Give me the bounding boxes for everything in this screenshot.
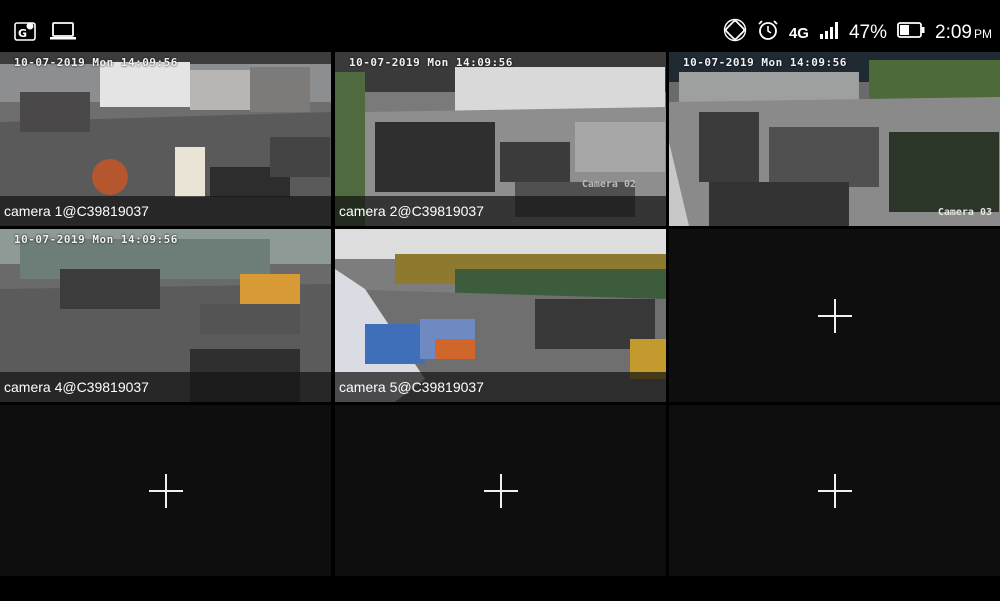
- clock: 2:09 PM: [935, 22, 992, 44]
- camera-label: camera 4@C39819037: [4, 379, 149, 395]
- gps-location-icon: G: [14, 20, 36, 46]
- laptop-icon: [50, 21, 76, 45]
- camera-tile-5[interactable]: camera 5@C39819037: [335, 229, 666, 402]
- add-camera-icon[interactable]: [817, 473, 852, 508]
- camera-grid: 10-07-2019 Mon 14:09:56 camera 1@C398190…: [0, 52, 1000, 576]
- empty-camera-slot[interactable]: [669, 229, 1000, 402]
- signal-strength-icon: [819, 21, 839, 45]
- status-bar: G 4G 47% 2:09 PM: [0, 0, 1000, 52]
- clock-ampm: PM: [974, 27, 992, 41]
- camera-timestamp: 10-07-2019 Mon 14:09:56: [683, 56, 847, 69]
- camera-feed-3: [669, 52, 1000, 226]
- add-camera-icon[interactable]: [817, 298, 852, 333]
- camera-osd-name: Camera 02: [581, 179, 636, 190]
- clock-time: 2:09: [935, 22, 972, 43]
- camera-caption-bar: camera 2@C39819037: [335, 196, 666, 226]
- add-camera-icon[interactable]: [483, 473, 518, 508]
- camera-timestamp: 10-07-2019 Mon 14:09:56: [14, 233, 178, 246]
- screen-rotate-icon: [723, 18, 747, 48]
- empty-camera-slot[interactable]: [335, 405, 666, 576]
- camera-tile-3[interactable]: 10-07-2019 Mon 14:09:56 Camera 03: [669, 52, 1000, 226]
- bottom-bar: [0, 576, 1000, 601]
- camera-label: camera 1@C39819037: [4, 203, 149, 219]
- empty-camera-slot[interactable]: [669, 405, 1000, 576]
- battery-percent: 47%: [848, 22, 888, 43]
- camera-label: camera 2@C39819037: [339, 203, 484, 219]
- camera-timestamp: 10-07-2019 Mon 14:09:56: [14, 56, 178, 69]
- camera-tile-4[interactable]: 10-07-2019 Mon 14:09:56 camera 4@C398190…: [0, 229, 331, 402]
- camera-osd-name: Camera 03: [937, 207, 992, 218]
- camera-caption-bar: camera 4@C39819037: [0, 372, 331, 402]
- camera-caption-bar: camera 5@C39819037: [335, 372, 666, 402]
- camera-tile-2[interactable]: 10-07-2019 Mon 14:09:56 Camera 02 camera…: [335, 52, 666, 226]
- empty-camera-slot[interactable]: [0, 405, 331, 576]
- network-type-label: 4G: [788, 24, 809, 42]
- alarm-clock-icon: [757, 19, 779, 47]
- camera-timestamp: 10-07-2019 Mon 14:09:56: [349, 56, 513, 69]
- camera-label: camera 5@C39819037: [339, 379, 484, 395]
- svg-text:G: G: [18, 27, 27, 40]
- battery-icon: [897, 21, 925, 45]
- camera-tile-1[interactable]: 10-07-2019 Mon 14:09:56 camera 1@C398190…: [0, 52, 331, 226]
- camera-caption-bar: camera 1@C39819037: [0, 196, 331, 226]
- add-camera-icon[interactable]: [148, 473, 183, 508]
